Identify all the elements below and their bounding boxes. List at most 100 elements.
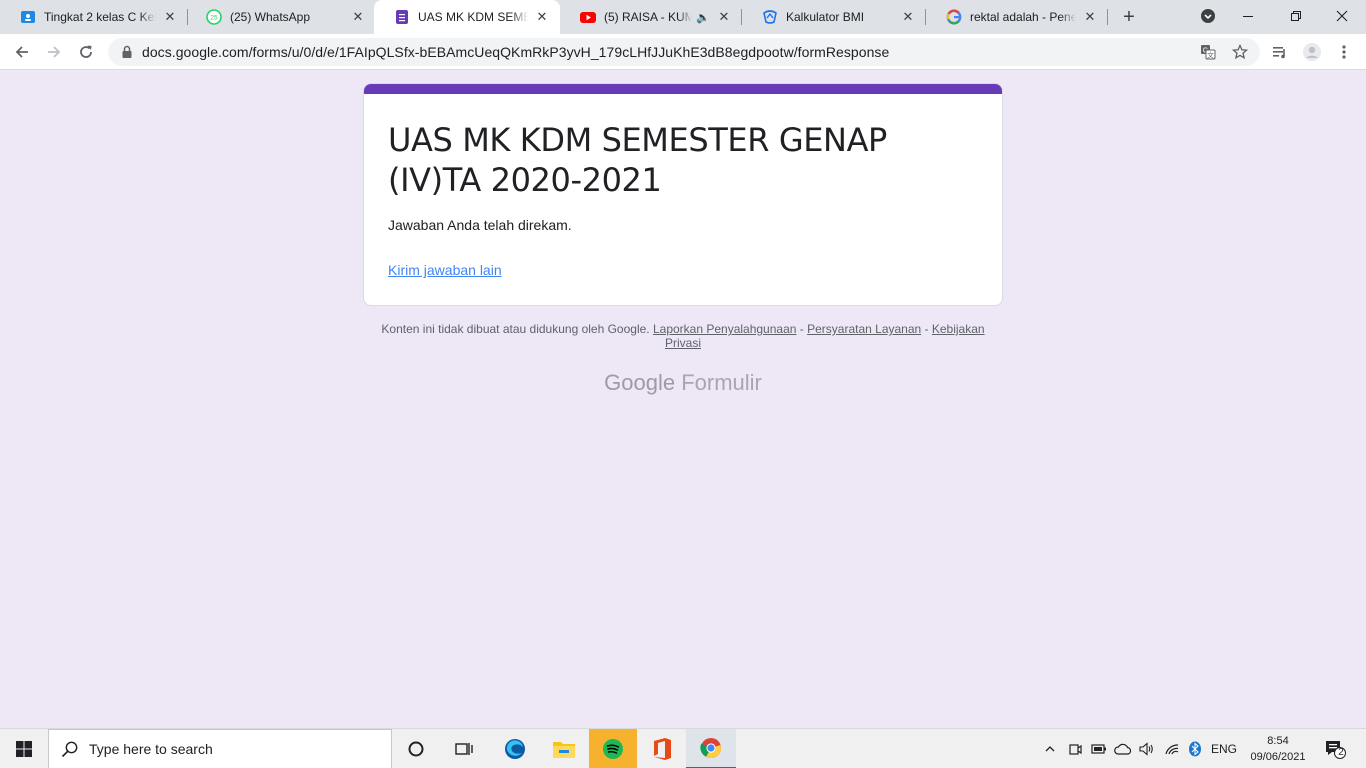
lock-icon[interactable] — [120, 45, 134, 59]
tray-onedrive[interactable] — [1112, 729, 1134, 768]
tab-divider — [1107, 9, 1108, 25]
tab-search-button[interactable] — [1194, 0, 1222, 32]
brand-google: Google — [604, 370, 676, 395]
tab-uas-form[interactable]: UAS MK KDM SEMESTER ✕ — [374, 0, 560, 34]
show-hidden-icons-button[interactable] — [1040, 729, 1060, 768]
tab-title: Kalkulator BMI — [786, 10, 865, 24]
youtube-icon — [580, 9, 596, 25]
start-button[interactable] — [0, 729, 48, 768]
close-tab-icon[interactable]: ✕ — [534, 9, 550, 25]
terms-of-service-link[interactable]: Persyaratan Layanan — [807, 322, 921, 336]
chevron-up-icon — [1045, 746, 1055, 752]
confirmation-message: Jawaban Anda telah direkam. — [388, 217, 572, 233]
tray-battery[interactable] — [1089, 729, 1109, 768]
reload-button[interactable] — [72, 38, 100, 66]
form-response-card: UAS MK KDM SEMESTER GENAP (IV)TA 2020-20… — [363, 83, 1003, 306]
browser-toolbar: docs.google.com/forms/u/0/d/e/1FAIpQLSfx… — [0, 34, 1366, 70]
restore-icon — [1291, 11, 1301, 21]
svg-text:25: 25 — [210, 15, 218, 22]
tab-classroom[interactable]: Tingkat 2 kelas C Kebu ✕ — [0, 0, 188, 34]
chrome-icon — [700, 738, 721, 759]
tab-title: UAS MK KDM SEMESTER — [418, 10, 528, 24]
url-text[interactable]: docs.google.com/forms/u/0/d/e/1FAIpQLSfx… — [142, 44, 889, 60]
google-forms-logo[interactable]: Google Formulir — [563, 370, 803, 396]
profile-avatar-icon[interactable] — [1302, 42, 1322, 62]
bluetooth-icon — [1189, 741, 1201, 757]
cortana-circle-icon — [408, 741, 424, 757]
spotify-icon — [603, 739, 623, 759]
tab-title: Tingkat 2 kelas C Kebu — [44, 10, 156, 24]
close-tab-icon[interactable]: ✕ — [350, 9, 366, 25]
forward-button[interactable] — [40, 38, 68, 66]
windows-logo-icon — [16, 741, 32, 757]
taskbar-file-explorer[interactable] — [543, 729, 585, 768]
address-bar[interactable]: docs.google.com/forms/u/0/d/e/1FAIpQLSfx… — [108, 38, 1260, 66]
google-icon — [946, 9, 962, 25]
tab-strip: Tingkat 2 kelas C Kebu ✕ 25 (25) WhatsAp… — [0, 0, 1366, 34]
google-forms-icon — [394, 9, 410, 25]
taskbar-office[interactable] — [641, 729, 683, 768]
restore-button[interactable] — [1276, 0, 1316, 32]
tray-network[interactable] — [1162, 729, 1182, 768]
separator: - — [796, 322, 808, 336]
cloud-icon — [1114, 743, 1132, 755]
reload-icon — [80, 45, 92, 58]
tab-title: (5) RAISA - KUMPU — [604, 10, 693, 24]
office-icon — [654, 738, 671, 760]
taskbar-chrome[interactable] — [686, 729, 736, 768]
whatsapp-icon: 25 — [206, 9, 222, 25]
new-tab-button[interactable]: + — [1116, 5, 1142, 29]
close-icon — [1336, 10, 1348, 22]
media-control-icon[interactable] — [1270, 42, 1290, 62]
separator: - — [921, 322, 932, 336]
menu-dots-icon[interactable] — [1334, 42, 1354, 62]
report-abuse-link[interactable]: Laporkan Penyalahgunaan — [653, 322, 796, 336]
tray-bluetooth[interactable] — [1185, 729, 1205, 768]
close-tab-icon[interactable]: ✕ — [162, 9, 178, 25]
close-tab-icon[interactable]: ✕ — [900, 9, 916, 25]
minimize-icon — [1243, 16, 1253, 17]
tab-google-search[interactable]: rektal adalah - Penelus ✕ — [926, 0, 1108, 34]
edge-icon — [505, 739, 525, 759]
form-title: UAS MK KDM SEMESTER GENAP (IV)TA 2020-20… — [388, 121, 887, 199]
search-icon — [61, 741, 78, 758]
close-window-button[interactable] — [1322, 0, 1362, 32]
form-accent-bar — [364, 84, 1002, 94]
tab-whatsapp[interactable]: 25 (25) WhatsApp ✕ — [186, 0, 376, 34]
tab-title: rektal adalah - Penelus — [970, 10, 1076, 24]
action-center-button[interactable]: 2 — [1320, 729, 1350, 768]
translate-icon[interactable]: G文 — [1200, 44, 1216, 60]
notification-count: 2 — [1338, 747, 1344, 758]
tray-meet-now[interactable] — [1065, 729, 1085, 768]
submit-another-response-link[interactable]: Kirim jawaban lain — [388, 262, 502, 278]
tab-kalkulator-bmi[interactable]: Kalkulator BMI ✕ — [742, 0, 926, 34]
taskbar-search-box[interactable]: Type here to search — [48, 729, 392, 768]
footer-disclaimer: Konten ini tidak dibuat atau didukung ol… — [363, 322, 1003, 350]
taskbar-clock[interactable]: 8:54 09/06/2021 — [1246, 733, 1310, 765]
battery-icon — [1091, 744, 1106, 754]
minimize-button[interactable] — [1228, 0, 1268, 32]
tab-youtube[interactable]: (5) RAISA - KUMPU 🔈 ✕ — [560, 0, 742, 34]
arrow-right-icon — [48, 46, 61, 58]
taskbar-edge[interactable] — [494, 729, 536, 768]
folder-icon — [553, 742, 575, 758]
close-tab-icon[interactable]: ✕ — [1082, 9, 1098, 25]
speaker-icon[interactable]: 🔈 — [696, 11, 710, 24]
clock-time: 8:54 — [1267, 735, 1289, 747]
svg-text:文: 文 — [1207, 50, 1214, 59]
close-tab-icon[interactable]: ✕ — [716, 9, 732, 25]
back-button[interactable] — [8, 38, 36, 66]
arrow-left-icon — [15, 46, 28, 58]
language-indicator[interactable]: ENG — [1206, 729, 1242, 768]
clock-date: 09/06/2021 — [1250, 751, 1306, 763]
wifi-icon — [1165, 744, 1179, 755]
bookmark-star-icon[interactable] — [1232, 44, 1248, 60]
cortana-button[interactable] — [396, 729, 436, 768]
task-view-button[interactable] — [444, 729, 484, 768]
calculator-site-icon — [762, 9, 778, 25]
taskbar-spotify[interactable] — [589, 729, 637, 768]
speaker-icon — [1139, 742, 1153, 756]
search-placeholder: Type here to search — [89, 741, 213, 757]
tray-volume[interactable] — [1137, 729, 1157, 768]
camera-icon — [1069, 744, 1082, 755]
